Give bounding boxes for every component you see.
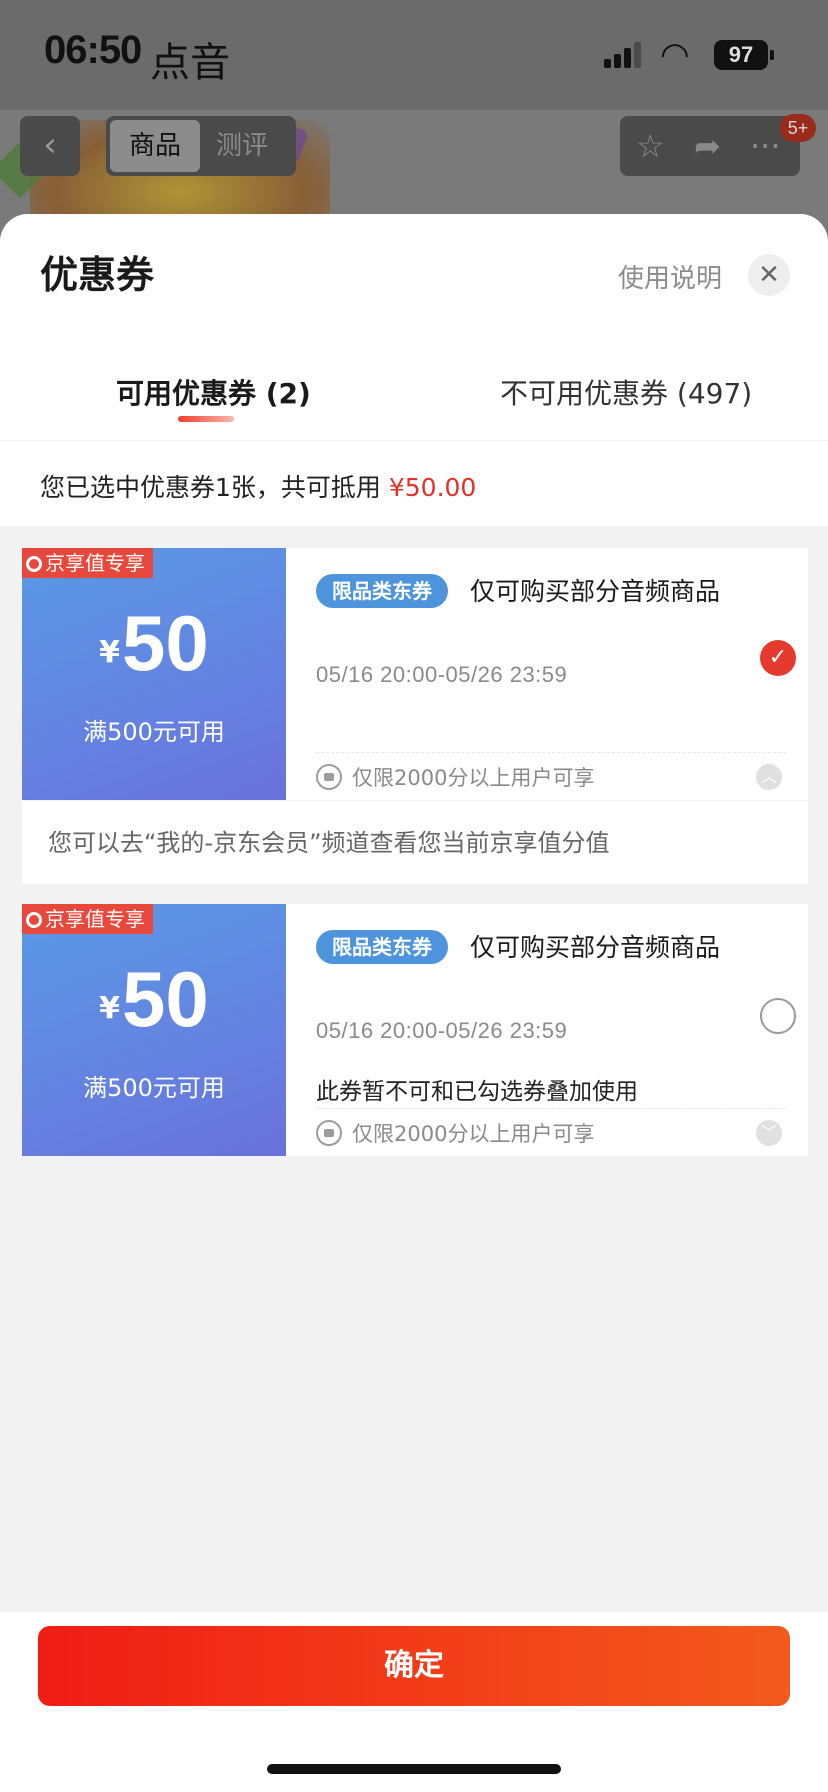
coupon-amount-value: 50 bbox=[122, 599, 209, 687]
coupon-value-panel: 京享值专享 ¥50 满500元可用 bbox=[16, 904, 286, 1156]
coupon-tip: 您可以去“我的-京东会员”频道查看您当前京享值分值 bbox=[22, 800, 808, 884]
coupon-amount-value: 50 bbox=[122, 955, 209, 1043]
cellular-signal-icon bbox=[604, 42, 644, 68]
selected-summary: 您已选中优惠券1张，共可抵用 ¥50.00 bbox=[40, 468, 476, 504]
vip-tag: 京享值专享 bbox=[22, 904, 153, 934]
status-bar: 06:50 点音 ◠ 97 bbox=[0, 0, 828, 100]
home-indicator bbox=[267, 1764, 561, 1774]
divider bbox=[316, 752, 786, 753]
status-time: 06:50 bbox=[44, 28, 142, 72]
back-button[interactable]: ‹ bbox=[20, 116, 80, 176]
divider bbox=[316, 1108, 786, 1109]
vip-tag: 京享值专享 bbox=[22, 548, 153, 578]
coupon-value-panel: 京享值专享 ¥50 满500元可用 bbox=[16, 548, 286, 800]
ticket-icon bbox=[316, 1120, 342, 1146]
vip-icon bbox=[26, 912, 42, 928]
coupon-tip-text: 您可以去“我的-京东会员”频道查看您当前京享值分值 bbox=[48, 829, 610, 857]
coupon-threshold: 满500元可用 bbox=[83, 1074, 225, 1102]
selected-amount: ¥50.00 bbox=[388, 473, 477, 502]
currency-symbol: ¥ bbox=[99, 991, 121, 1026]
coupon-checkbox-checked[interactable]: ✓ bbox=[760, 640, 796, 676]
battery-indicator: 97 bbox=[714, 40, 774, 70]
coupon-validity: 05/16 20:00-05/26 23:59 bbox=[316, 1018, 568, 1043]
coupon-amount: ¥50 bbox=[22, 954, 286, 1045]
page-tabs: 商品 测评 bbox=[106, 116, 296, 176]
coupon-limit: 仅限2000分以上用户可享 bbox=[352, 766, 595, 790]
vip-icon bbox=[26, 556, 42, 572]
wifi-icon: ◠ bbox=[660, 35, 690, 75]
notification-badge: 5+ bbox=[780, 114, 816, 142]
coupon-scope: 仅可购买部分音频商品 bbox=[470, 933, 721, 962]
coupon-note: 此券暂不可和已勾选券叠加使用 bbox=[316, 1079, 638, 1105]
share-icon[interactable]: ➦ bbox=[694, 126, 721, 166]
footer: 确定 bbox=[0, 1612, 828, 1792]
status-app-name: 点音 bbox=[150, 40, 230, 86]
coupon-amount: ¥50 bbox=[22, 598, 286, 689]
coupon-checkbox-unchecked[interactable] bbox=[760, 998, 796, 1034]
chevron-left-icon: ‹ bbox=[43, 125, 57, 165]
tab-product[interactable]: 商品 bbox=[110, 120, 200, 172]
selected-summary-text: 您已选中优惠券1张，共可抵用 bbox=[40, 473, 389, 502]
coupon-card[interactable]: 京享值专享 ¥50 满500元可用 限品类东券 仅可购买部分音频商品 ✓ 05/… bbox=[16, 548, 808, 800]
active-tab-indicator bbox=[178, 416, 234, 422]
ticket-icon bbox=[316, 764, 342, 790]
coupon-type-badge: 限品类东券 bbox=[316, 574, 448, 608]
check-icon: ✓ bbox=[768, 645, 788, 670]
coupon-limit: 仅限2000分以上用户可享 bbox=[352, 1122, 595, 1146]
sheet-header: 优惠券 使用说明 ✕ 可用优惠券 (2) 不可用优惠券 (497) 您已选中优惠… bbox=[0, 214, 828, 526]
coupon-scope: 仅可购买部分音频商品 bbox=[470, 577, 721, 606]
more-icon[interactable]: ··· bbox=[750, 126, 781, 166]
star-icon[interactable]: ☆ bbox=[636, 126, 665, 166]
tab-unavailable-coupons[interactable]: 不可用优惠券 (497) bbox=[500, 372, 752, 412]
usage-instructions-link[interactable]: 使用说明 bbox=[618, 258, 722, 295]
close-button[interactable]: ✕ bbox=[748, 254, 790, 296]
tab-available-coupons[interactable]: 可用优惠券 (2) bbox=[116, 372, 311, 412]
confirm-button[interactable]: 确定 bbox=[38, 1626, 790, 1706]
coupon-type-badge: 限品类东券 bbox=[316, 930, 448, 964]
tab-review[interactable]: 测评 bbox=[216, 120, 268, 172]
coupon-threshold: 满500元可用 bbox=[83, 718, 225, 746]
chevron-up-icon[interactable]: ︿ bbox=[756, 764, 782, 790]
coupon-validity: 05/16 20:00-05/26 23:59 bbox=[316, 662, 568, 687]
nav-actions: ☆ ➦ ··· bbox=[620, 116, 800, 176]
currency-symbol: ¥ bbox=[99, 635, 121, 670]
coupon-sheet: 优惠券 使用说明 ✕ 可用优惠券 (2) 不可用优惠券 (497) 您已选中优惠… bbox=[0, 214, 828, 1792]
divider bbox=[0, 440, 828, 441]
chevron-down-icon[interactable]: ﹀ bbox=[756, 1120, 782, 1146]
coupon-card[interactable]: 京享值专享 ¥50 满500元可用 限品类东券 仅可购买部分音频商品 05/16… bbox=[16, 904, 808, 1156]
sheet-title: 优惠券 bbox=[40, 253, 155, 297]
close-icon: ✕ bbox=[758, 260, 780, 290]
